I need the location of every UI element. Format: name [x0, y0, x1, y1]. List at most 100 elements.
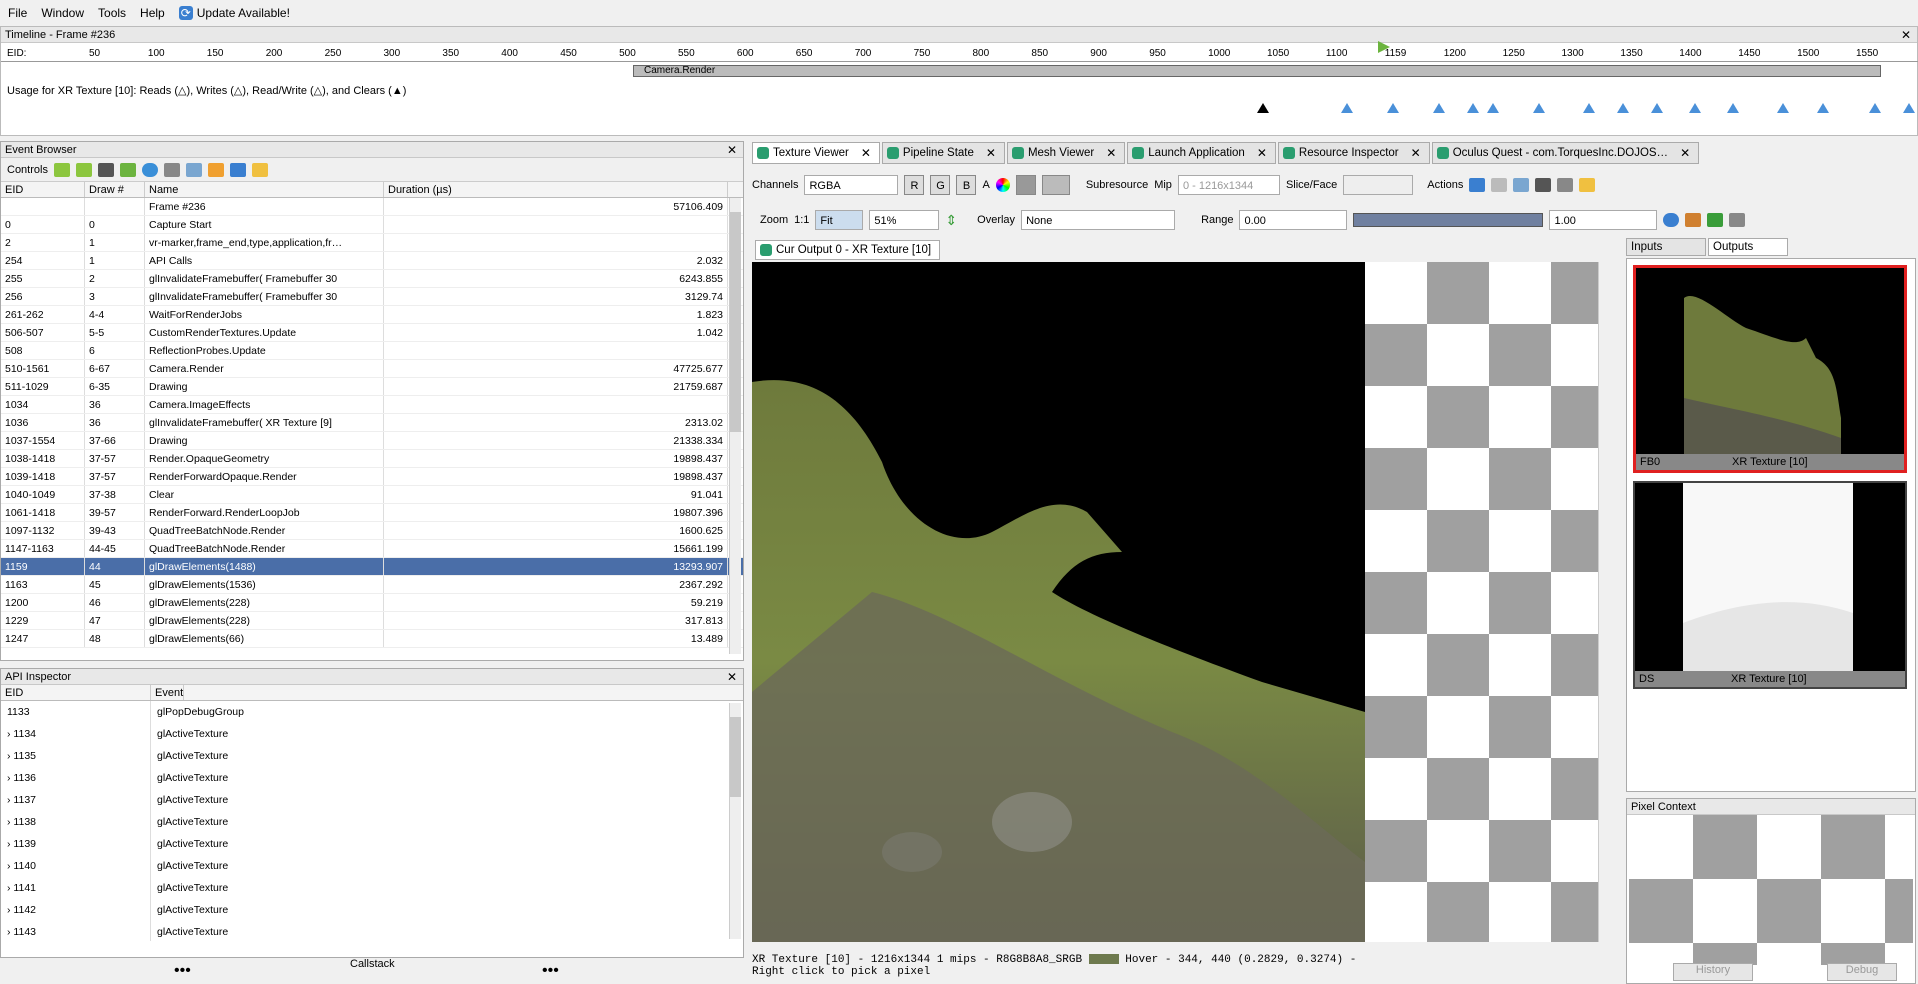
event-row[interactable]: 256 3 glInvalidateFramebuffer( Framebuffer… [1, 288, 743, 306]
red-channel-button[interactable]: R [904, 175, 925, 195]
api-row[interactable]: 1133 glPopDebugGroup [1, 701, 743, 723]
close-icon[interactable]: ✕ [1257, 142, 1267, 164]
event-row[interactable]: 506-507 5-5 CustomRenderTextures.Update 1.0… [1, 324, 743, 342]
usage-marker-icon[interactable] [1257, 103, 1269, 113]
col-name[interactable]: Name [145, 182, 384, 197]
menu-tools[interactable]: Tools [98, 6, 126, 20]
forward-arrow-icon[interactable] [75, 162, 92, 177]
flag-icon[interactable] [119, 162, 136, 177]
event-row[interactable]: Frame #236 57106.409 [1, 198, 743, 216]
event-row[interactable]: 510-1561 6-67 Camera.Render 47725.677 [1, 360, 743, 378]
col-eid[interactable]: EID [1, 182, 85, 197]
event-row[interactable]: 1097-1132 39-43 QuadTreeBatchNode.Render 16… [1, 522, 743, 540]
settings-icon[interactable] [207, 162, 224, 177]
col-api-event[interactable]: Event [151, 685, 185, 700]
event-row[interactable]: 0 0 Capture Start [1, 216, 743, 234]
tab-5[interactable]: Oculus Quest - com.TorquesInc.DOJOS… ✕ [1431, 142, 1700, 164]
event-browser-scrollbar[interactable] [729, 198, 741, 654]
tab-4[interactable]: Resource Inspector ✕ [1277, 142, 1430, 164]
usage-marker-icon[interactable] [1583, 103, 1595, 113]
gamma-icon[interactable] [1041, 175, 1070, 195]
find-icon[interactable] [97, 162, 114, 177]
outputs-tab[interactable]: Outputs [1708, 238, 1788, 256]
thumbnail-fb0[interactable]: FB0 XR Texture [10] [1633, 265, 1907, 473]
close-icon[interactable]: ✕ [861, 142, 871, 164]
zoom-select[interactable]: 51% [869, 210, 940, 230]
checkerboard-icon[interactable] [1015, 175, 1036, 195]
close-icon[interactable]: ✕ [986, 142, 996, 164]
col-draw[interactable]: Draw # [85, 182, 145, 197]
range-slider[interactable] [1353, 213, 1544, 227]
api-row[interactable]: › 1142 glActiveTexture [1, 899, 743, 921]
open-icon[interactable] [1513, 178, 1530, 192]
usage-marker-icon[interactable] [1617, 103, 1629, 113]
col-api-eid[interactable]: EID [1, 685, 151, 700]
api-scrollbar[interactable] [729, 703, 741, 939]
inputs-tab[interactable]: Inputs [1626, 238, 1706, 256]
tab-0[interactable]: Texture Viewer ✕ [752, 142, 880, 164]
close-icon[interactable]: ✕ [727, 669, 737, 685]
close-icon[interactable]: ✕ [1680, 142, 1690, 164]
usage-marker-icon[interactable] [1387, 103, 1399, 113]
event-row[interactable]: 1034 36 Camera.ImageEffects [1, 396, 743, 414]
event-row[interactable]: 1147-1163 44-45 QuadTreeBatchNode.Render 15… [1, 540, 743, 558]
mip-select[interactable]: 0 - 1216x1344 [1177, 175, 1280, 195]
api-row[interactable]: › 1137 glActiveTexture [1, 789, 743, 811]
camera-render-bar[interactable]: Camera.Render [633, 65, 1881, 77]
api-row[interactable]: › 1135 glActiveTexture [1, 745, 743, 767]
event-row[interactable]: 511-1029 6-35 Drawing 21759.687 [1, 378, 743, 396]
event-row[interactable]: 1200 46 glDrawElements(228) 59.219 [1, 594, 743, 612]
color-wheel-icon[interactable] [995, 178, 1010, 192]
usage-marker-icon[interactable] [1869, 103, 1881, 113]
event-row[interactable]: 1229 47 glDrawElements(228) 317.813 [1, 612, 743, 630]
slice-select[interactable] [1343, 175, 1414, 195]
viewport-vscrollbar[interactable] [1598, 262, 1612, 942]
event-row[interactable]: 2 1 vr-marker,frame_end,type,application,f… [1, 234, 743, 252]
close-icon[interactable]: ✕ [1901, 27, 1911, 43]
usage-marker-icon[interactable] [1651, 103, 1663, 113]
zoom-1to1-button[interactable]: 1:1 [794, 214, 809, 226]
event-row[interactable]: 1247 48 glDrawElements(66) 13.489 [1, 630, 743, 648]
menu-help[interactable]: Help [140, 6, 165, 20]
save-icon[interactable] [229, 162, 246, 177]
event-row[interactable]: 1159 44 glDrawElements(1488) 13293.907 [1, 558, 743, 576]
usage-marker-icon[interactable] [1487, 103, 1499, 113]
close-icon[interactable]: ✕ [1106, 142, 1116, 164]
overlay-select[interactable]: None [1021, 210, 1176, 230]
reset-range-icon[interactable] [1707, 213, 1724, 227]
texture-viewport[interactable] [752, 262, 1612, 942]
usage-marker-icon[interactable] [1817, 103, 1829, 113]
pixel-context-view[interactable] [1629, 815, 1913, 965]
event-row[interactable]: 1040-1049 37-38 Clear 91.041 [1, 486, 743, 504]
star-icon[interactable] [1579, 178, 1596, 192]
update-available-button[interactable]: ⟳ Update Available! [178, 6, 290, 21]
usage-marker-icon[interactable] [1689, 103, 1701, 113]
close-icon[interactable]: ✕ [1411, 142, 1421, 164]
debug-button[interactable]: Debug [1827, 963, 1897, 981]
back-arrow-icon[interactable] [53, 162, 70, 177]
more-icon[interactable]: ••• [542, 962, 559, 980]
usage-marker-icon[interactable] [1341, 103, 1353, 113]
clock-icon[interactable] [141, 162, 158, 177]
api-row[interactable]: › 1143 glActiveTexture [1, 921, 743, 941]
star-icon[interactable] [251, 162, 268, 177]
col-duration[interactable]: Duration (µs) [384, 182, 728, 197]
toggle-icon[interactable] [163, 162, 180, 177]
save-texture-icon[interactable] [1469, 178, 1486, 192]
usage-marker-icon[interactable] [1777, 103, 1789, 113]
channels-select[interactable]: RGBA [804, 175, 899, 195]
event-row[interactable]: 1037-1554 37-66 Drawing 21338.334 [1, 432, 743, 450]
timeline-ruler[interactable]: EID: 50 100 150 200 250 300 350 400 450 500 550 600… [1, 48, 1918, 62]
event-row[interactable]: 255 2 glInvalidateFramebuffer( Framebuffer… [1, 270, 743, 288]
range-max-input[interactable]: 1.00 [1549, 210, 1658, 230]
event-row[interactable]: 261-262 4-4 WaitForRenderJobs 1.823 [1, 306, 743, 324]
tab-2[interactable]: Mesh Viewer ✕ [1006, 142, 1126, 164]
api-row[interactable]: › 1139 glActiveTexture [1, 833, 743, 855]
api-row[interactable]: › 1140 glActiveTexture [1, 855, 743, 877]
event-row[interactable]: 1163 45 glDrawElements(1536) 2367.292 [1, 576, 743, 594]
usage-marker-icon[interactable] [1467, 103, 1479, 113]
blue-channel-button[interactable]: B [956, 175, 977, 195]
auto-fit-icon[interactable] [1685, 213, 1702, 227]
api-row[interactable]: › 1136 glActiveTexture [1, 767, 743, 789]
event-row[interactable]: 508 6 ReflectionProbes.Update [1, 342, 743, 360]
